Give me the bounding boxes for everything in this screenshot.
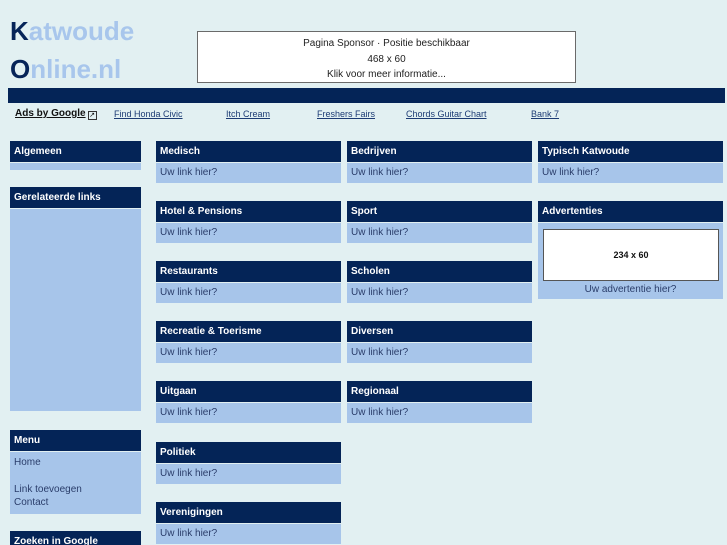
category-link[interactable]: Uw link hier? [351,407,408,418]
category-link[interactable]: Uw link hier? [160,347,217,358]
category-regionaal: Regionaal Uw link hier? [347,381,532,423]
category-link[interactable]: Uw link hier? [542,167,599,178]
category-bedrijven: Bedrijven Uw link hier? [347,141,532,183]
category-title: Medisch [156,141,341,163]
ad-link[interactable]: Chords Guitar Chart [406,109,487,119]
logo-cap-k: K [10,16,29,46]
menu-item-link-toevoegen[interactable]: Link toevoegen [14,483,141,497]
logo-text-1: atwoude [28,16,135,46]
category-link[interactable]: Uw link hier? [160,528,217,539]
category-medisch: Medisch Uw link hier? [156,141,341,183]
category-title: Bedrijven [347,141,532,163]
category-title: Uitgaan [156,381,341,403]
category-verenigingen: Verenigingen Uw link hier? [156,502,341,544]
ad-link[interactable]: Itch Cream [226,109,270,119]
box-body [10,163,141,170]
google-ads-bar: Ads by Google ↗ Find Honda Civic Itch Cre… [0,108,727,122]
sponsor-banner[interactable]: Pagina Sponsor · Positie beschikbaar 468… [197,31,576,83]
category-link[interactable]: Uw link hier? [351,167,408,178]
box-gerelateerde-links: Gerelateerde links [10,187,141,411]
category-uitgaan: Uitgaan Uw link hier? [156,381,341,423]
box-title: Algemeen [10,141,141,163]
box-menu: Menu Home Link toevoegen Contact [10,430,141,514]
category-title: Restaurants [156,261,341,283]
category-scholen: Scholen Uw link hier? [347,261,532,303]
category-link[interactable]: Uw link hier? [351,347,408,358]
category-title: Scholen [347,261,532,283]
ads-by-google-label: Ads by Google [15,108,86,119]
advertise-link[interactable]: Uw advertentie hier? [538,281,723,299]
nav-bar [8,88,725,103]
category-hotel-pensions: Hotel & Pensions Uw link hier? [156,201,341,243]
category-title: Regionaal [347,381,532,403]
category-politiek: Politiek Uw link hier? [156,442,341,484]
category-sport: Sport Uw link hier? [347,201,532,243]
ad-link[interactable]: Freshers Fairs [317,109,375,119]
category-link[interactable]: Uw link hier? [160,468,217,479]
box-title: Zoeken in Google [10,531,141,545]
menu-item-home[interactable]: Home [14,456,141,470]
category-link[interactable]: Uw link hier? [160,287,217,298]
category-recreatie-toerisme: Recreatie & Toerisme Uw link hier? [156,321,341,363]
box-title: Typisch Katwoude [538,141,723,163]
category-link[interactable]: Uw link hier? [160,167,217,178]
category-restaurants: Restaurants Uw link hier? [156,261,341,303]
menu-list: Home Link toevoegen Contact [10,452,141,514]
box-title: Gerelateerde links [10,187,141,209]
ad-link[interactable]: Bank 7 [531,109,559,119]
category-title: Hotel & Pensions [156,201,341,223]
sponsor-title: Pagina Sponsor · Positie beschikbaar [303,38,470,49]
category-title: Diversen [347,321,532,343]
menu-item-contact[interactable]: Contact [14,496,141,510]
box-title: Menu [10,430,141,452]
category-diversen: Diversen Uw link hier? [347,321,532,363]
external-link-icon: ↗ [87,111,97,120]
category-link[interactable]: Uw link hier? [160,227,217,238]
box-typisch-katwoude: Typisch Katwoude Uw link hier? [538,141,723,183]
box-title: Advertenties [538,201,723,223]
logo-cap-o: O [10,54,31,84]
category-title: Sport [347,201,532,223]
box-advertenties: Advertenties 234 x 60 Uw advertentie hie… [538,201,723,299]
category-link[interactable]: Uw link hier? [351,227,408,238]
category-link[interactable]: Uw link hier? [351,287,408,298]
sponsor-size: 468 x 60 [367,53,406,65]
ad-link[interactable]: Find Honda Civic [114,109,183,119]
sponsor-info: Klik voor meer informatie... [327,69,446,80]
box-algemeen: Algemeen [10,141,141,170]
ads-by-google-link[interactable]: Ads by Google ↗ [15,108,97,120]
box-zoeken-in-google: Zoeken in Google [10,531,141,545]
category-title: Recreatie & Toerisme [156,321,341,343]
ad-banner-placeholder[interactable]: 234 x 60 [543,229,719,281]
logo-text-2: nline.nl [30,54,122,84]
category-title: Politiek [156,442,341,464]
box-body [10,209,141,411]
site-logo[interactable]: Katwoude Online.nl [10,12,134,88]
category-link[interactable]: Uw link hier? [160,407,217,418]
category-title: Verenigingen [156,502,341,524]
